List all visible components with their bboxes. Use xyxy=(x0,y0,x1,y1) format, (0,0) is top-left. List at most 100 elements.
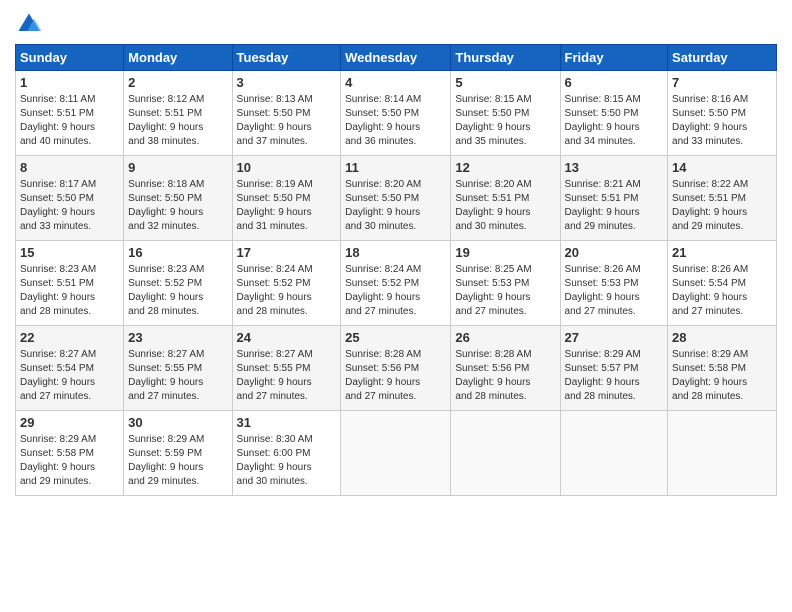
day-info: Sunrise: 8:23 AM Sunset: 5:51 PM Dayligh… xyxy=(20,263,119,319)
calendar-cell: 8Sunrise: 8:17 AM Sunset: 5:50 PM Daylig… xyxy=(16,156,124,241)
day-info: Sunrise: 8:27 AM Sunset: 5:54 PM Dayligh… xyxy=(20,348,119,404)
day-number: 17 xyxy=(237,244,337,262)
day-info: Sunrise: 8:24 AM Sunset: 5:52 PM Dayligh… xyxy=(345,263,446,319)
day-info: Sunrise: 8:28 AM Sunset: 5:56 PM Dayligh… xyxy=(455,348,555,404)
day-number: 11 xyxy=(345,159,446,177)
calendar-cell: 18Sunrise: 8:24 AM Sunset: 5:52 PM Dayli… xyxy=(341,241,451,326)
calendar-cell: 6Sunrise: 8:15 AM Sunset: 5:50 PM Daylig… xyxy=(560,71,668,156)
calendar-cell: 20Sunrise: 8:26 AM Sunset: 5:53 PM Dayli… xyxy=(560,241,668,326)
calendar-table: SundayMondayTuesdayWednesdayThursdayFrid… xyxy=(15,44,777,496)
day-info: Sunrise: 8:12 AM Sunset: 5:51 PM Dayligh… xyxy=(128,93,227,149)
day-number: 9 xyxy=(128,159,227,177)
day-info: Sunrise: 8:23 AM Sunset: 5:52 PM Dayligh… xyxy=(128,263,227,319)
calendar-page: SundayMondayTuesdayWednesdayThursdayFrid… xyxy=(0,0,792,612)
day-number: 29 xyxy=(20,414,119,432)
calendar-cell: 12Sunrise: 8:20 AM Sunset: 5:51 PM Dayli… xyxy=(451,156,560,241)
calendar-cell: 10Sunrise: 8:19 AM Sunset: 5:50 PM Dayli… xyxy=(232,156,341,241)
day-info: Sunrise: 8:15 AM Sunset: 5:50 PM Dayligh… xyxy=(565,93,664,149)
day-info: Sunrise: 8:16 AM Sunset: 5:50 PM Dayligh… xyxy=(672,93,772,149)
day-header: Saturday xyxy=(668,45,777,71)
day-info: Sunrise: 8:25 AM Sunset: 5:53 PM Dayligh… xyxy=(455,263,555,319)
calendar-cell: 23Sunrise: 8:27 AM Sunset: 5:55 PM Dayli… xyxy=(124,326,232,411)
day-number: 16 xyxy=(128,244,227,262)
day-info: Sunrise: 8:18 AM Sunset: 5:50 PM Dayligh… xyxy=(128,178,227,234)
calendar-cell: 27Sunrise: 8:29 AM Sunset: 5:57 PM Dayli… xyxy=(560,326,668,411)
calendar-cell: 5Sunrise: 8:15 AM Sunset: 5:50 PM Daylig… xyxy=(451,71,560,156)
day-info: Sunrise: 8:22 AM Sunset: 5:51 PM Dayligh… xyxy=(672,178,772,234)
day-header: Monday xyxy=(124,45,232,71)
day-number: 19 xyxy=(455,244,555,262)
day-number: 20 xyxy=(565,244,664,262)
day-number: 24 xyxy=(237,329,337,347)
calendar-cell: 29Sunrise: 8:29 AM Sunset: 5:58 PM Dayli… xyxy=(16,411,124,496)
day-number: 27 xyxy=(565,329,664,347)
calendar-cell: 13Sunrise: 8:21 AM Sunset: 5:51 PM Dayli… xyxy=(560,156,668,241)
calendar-cell xyxy=(451,411,560,496)
day-info: Sunrise: 8:26 AM Sunset: 5:53 PM Dayligh… xyxy=(565,263,664,319)
day-number: 23 xyxy=(128,329,227,347)
day-number: 5 xyxy=(455,74,555,92)
day-number: 10 xyxy=(237,159,337,177)
day-info: Sunrise: 8:24 AM Sunset: 5:52 PM Dayligh… xyxy=(237,263,337,319)
calendar-cell: 25Sunrise: 8:28 AM Sunset: 5:56 PM Dayli… xyxy=(341,326,451,411)
day-number: 14 xyxy=(672,159,772,177)
day-info: Sunrise: 8:29 AM Sunset: 5:58 PM Dayligh… xyxy=(672,348,772,404)
day-info: Sunrise: 8:21 AM Sunset: 5:51 PM Dayligh… xyxy=(565,178,664,234)
calendar-cell: 24Sunrise: 8:27 AM Sunset: 5:55 PM Dayli… xyxy=(232,326,341,411)
day-info: Sunrise: 8:27 AM Sunset: 5:55 PM Dayligh… xyxy=(237,348,337,404)
calendar-cell: 16Sunrise: 8:23 AM Sunset: 5:52 PM Dayli… xyxy=(124,241,232,326)
day-number: 8 xyxy=(20,159,119,177)
calendar-cell: 2Sunrise: 8:12 AM Sunset: 5:51 PM Daylig… xyxy=(124,71,232,156)
day-number: 31 xyxy=(237,414,337,432)
day-info: Sunrise: 8:29 AM Sunset: 5:59 PM Dayligh… xyxy=(128,433,227,489)
calendar-cell: 26Sunrise: 8:28 AM Sunset: 5:56 PM Dayli… xyxy=(451,326,560,411)
day-number: 28 xyxy=(672,329,772,347)
day-number: 13 xyxy=(565,159,664,177)
day-info: Sunrise: 8:20 AM Sunset: 5:51 PM Dayligh… xyxy=(455,178,555,234)
day-info: Sunrise: 8:17 AM Sunset: 5:50 PM Dayligh… xyxy=(20,178,119,234)
calendar-header: SundayMondayTuesdayWednesdayThursdayFrid… xyxy=(16,45,777,71)
calendar-cell: 9Sunrise: 8:18 AM Sunset: 5:50 PM Daylig… xyxy=(124,156,232,241)
day-number: 22 xyxy=(20,329,119,347)
day-info: Sunrise: 8:13 AM Sunset: 5:50 PM Dayligh… xyxy=(237,93,337,149)
calendar-cell: 31Sunrise: 8:30 AM Sunset: 6:00 PM Dayli… xyxy=(232,411,341,496)
calendar-cell: 3Sunrise: 8:13 AM Sunset: 5:50 PM Daylig… xyxy=(232,71,341,156)
calendar-cell xyxy=(341,411,451,496)
calendar-cell: 11Sunrise: 8:20 AM Sunset: 5:50 PM Dayli… xyxy=(341,156,451,241)
day-info: Sunrise: 8:28 AM Sunset: 5:56 PM Dayligh… xyxy=(345,348,446,404)
calendar-cell: 14Sunrise: 8:22 AM Sunset: 5:51 PM Dayli… xyxy=(668,156,777,241)
day-info: Sunrise: 8:19 AM Sunset: 5:50 PM Dayligh… xyxy=(237,178,337,234)
day-number: 4 xyxy=(345,74,446,92)
day-number: 2 xyxy=(128,74,227,92)
logo-icon xyxy=(15,10,43,38)
calendar-cell: 15Sunrise: 8:23 AM Sunset: 5:51 PM Dayli… xyxy=(16,241,124,326)
day-number: 12 xyxy=(455,159,555,177)
calendar-cell: 28Sunrise: 8:29 AM Sunset: 5:58 PM Dayli… xyxy=(668,326,777,411)
day-header: Sunday xyxy=(16,45,124,71)
day-number: 21 xyxy=(672,244,772,262)
calendar-cell: 1Sunrise: 8:11 AM Sunset: 5:51 PM Daylig… xyxy=(16,71,124,156)
calendar-cell xyxy=(560,411,668,496)
day-number: 6 xyxy=(565,74,664,92)
day-number: 26 xyxy=(455,329,555,347)
calendar-cell: 19Sunrise: 8:25 AM Sunset: 5:53 PM Dayli… xyxy=(451,241,560,326)
day-info: Sunrise: 8:11 AM Sunset: 5:51 PM Dayligh… xyxy=(20,93,119,149)
day-number: 25 xyxy=(345,329,446,347)
calendar-cell: 7Sunrise: 8:16 AM Sunset: 5:50 PM Daylig… xyxy=(668,71,777,156)
calendar-cell xyxy=(668,411,777,496)
day-number: 15 xyxy=(20,244,119,262)
day-info: Sunrise: 8:30 AM Sunset: 6:00 PM Dayligh… xyxy=(237,433,337,489)
calendar-cell: 4Sunrise: 8:14 AM Sunset: 5:50 PM Daylig… xyxy=(341,71,451,156)
day-info: Sunrise: 8:15 AM Sunset: 5:50 PM Dayligh… xyxy=(455,93,555,149)
day-info: Sunrise: 8:27 AM Sunset: 5:55 PM Dayligh… xyxy=(128,348,227,404)
day-info: Sunrise: 8:26 AM Sunset: 5:54 PM Dayligh… xyxy=(672,263,772,319)
day-number: 18 xyxy=(345,244,446,262)
day-header: Thursday xyxy=(451,45,560,71)
calendar-cell: 21Sunrise: 8:26 AM Sunset: 5:54 PM Dayli… xyxy=(668,241,777,326)
day-info: Sunrise: 8:14 AM Sunset: 5:50 PM Dayligh… xyxy=(345,93,446,149)
day-number: 3 xyxy=(237,74,337,92)
day-number: 7 xyxy=(672,74,772,92)
day-header: Wednesday xyxy=(341,45,451,71)
day-number: 1 xyxy=(20,74,119,92)
day-header: Friday xyxy=(560,45,668,71)
